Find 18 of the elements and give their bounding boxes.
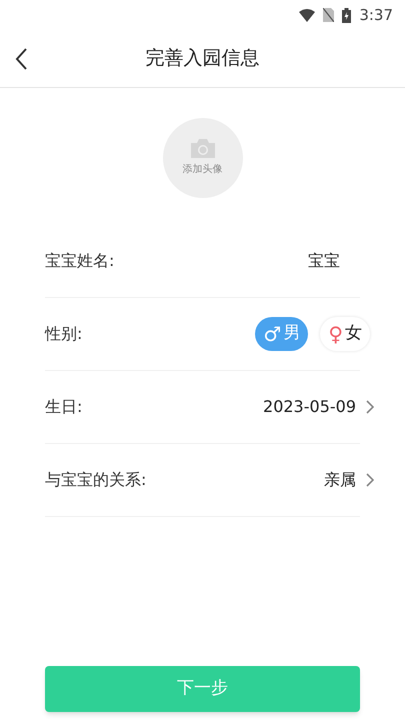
field-label: 宝宝姓名: [45, 250, 114, 272]
avatar-label: 添加头像 [182, 162, 222, 177]
chevron-right-icon [366, 473, 374, 487]
gender-option[interactable]: ♀女 [320, 317, 370, 351]
field-label: 性别: [45, 323, 82, 345]
name-value[interactable]: 宝宝 [308, 249, 340, 273]
select-value[interactable]: 亲属 [324, 468, 356, 492]
chevron-right-icon [366, 400, 374, 414]
page-title: 完善入园信息 [146, 46, 260, 72]
no-sim-icon [323, 8, 334, 22]
field-label: 与宝宝的关系: [45, 469, 146, 491]
battery-icon [342, 8, 352, 22]
camera-icon [190, 139, 214, 158]
wifi-icon [299, 8, 316, 22]
field-label: 生日: [45, 396, 82, 418]
status-time: 3:37 [359, 4, 393, 26]
back-icon[interactable] [14, 47, 28, 71]
select-value[interactable]: 2023-05-09 [263, 395, 356, 419]
